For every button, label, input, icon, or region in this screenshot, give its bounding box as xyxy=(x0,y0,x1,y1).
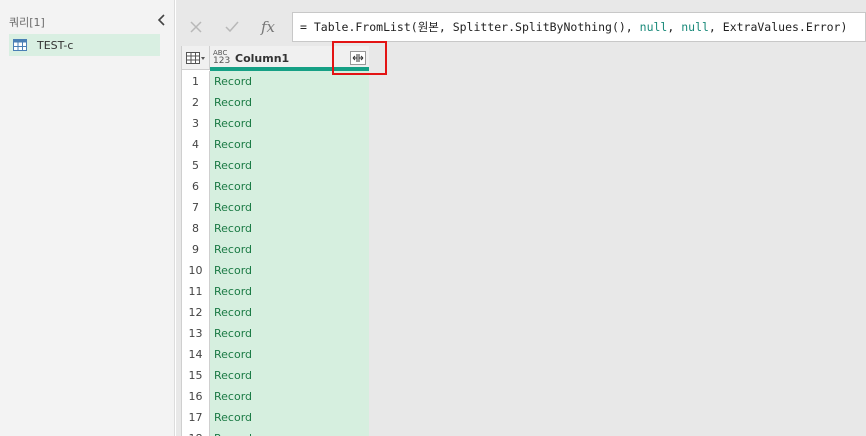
checkmark-icon xyxy=(225,21,239,33)
record-cell[interactable]: Record xyxy=(210,92,369,113)
table-row: 17 Record xyxy=(182,407,369,428)
column-name: Column1 xyxy=(235,51,290,65)
record-cell[interactable]: Record xyxy=(210,260,369,281)
record-cell[interactable]: Record xyxy=(210,218,369,239)
table-row: 1 Record xyxy=(182,71,369,92)
record-cell[interactable]: Record xyxy=(210,197,369,218)
table-row: 18Record xyxy=(182,428,369,436)
formula-input[interactable]: = Table.FromList(원본, Splitter.SplitByNot… xyxy=(292,12,866,42)
table-row: 9 Record xyxy=(182,239,369,260)
row-number[interactable]: 15 xyxy=(182,365,210,386)
record-cell[interactable]: Record xyxy=(210,134,369,155)
queries-pane: 쿼리[1] TEST-c xyxy=(0,0,175,436)
record-cell[interactable]: Record xyxy=(210,428,369,436)
table-row: 2 Record xyxy=(182,92,369,113)
record-cell[interactable]: Record xyxy=(210,323,369,344)
table-row: 15 Record xyxy=(182,365,369,386)
expand-column-button[interactable] xyxy=(350,51,366,65)
record-cell[interactable]: Record xyxy=(210,281,369,302)
record-cell[interactable]: Record xyxy=(210,155,369,176)
column-type-button[interactable]: ABC 123 xyxy=(213,50,233,66)
row-number[interactable]: 16 xyxy=(182,386,210,407)
record-cell[interactable]: Record xyxy=(210,344,369,365)
row-number[interactable]: 5 xyxy=(182,155,210,176)
row-number[interactable]: 4 xyxy=(182,134,210,155)
formula-text-suffix: , ExtraValues.Error) xyxy=(708,20,848,34)
record-cell[interactable]: Record xyxy=(210,302,369,323)
table-row: 10 Record xyxy=(182,260,369,281)
query-item-test-c[interactable]: TEST-c xyxy=(9,34,160,56)
formula-keyword-null: null xyxy=(681,20,709,34)
record-cell[interactable]: Record xyxy=(210,239,369,260)
queries-header: 쿼리[1] xyxy=(9,16,45,29)
grid-rows: 1 Record 2 Record 3 Record 4 Record 5 Record 6 Reco… xyxy=(182,71,369,436)
row-number[interactable]: 8 xyxy=(182,218,210,239)
record-cell[interactable]: Record xyxy=(210,113,369,134)
query-item-label: TEST-c xyxy=(37,38,74,52)
table-menu-icon xyxy=(185,52,205,64)
fx-icon: fx xyxy=(260,18,275,36)
chevron-left-icon[interactable] xyxy=(156,13,168,27)
grid-header: ABC 123 Column1 xyxy=(182,46,369,71)
record-cell[interactable]: Record xyxy=(210,407,369,428)
row-number[interactable]: 6 xyxy=(182,176,210,197)
row-number[interactable]: 14 xyxy=(182,344,210,365)
table-menu-button[interactable] xyxy=(182,46,210,70)
table-row: 14 Record xyxy=(182,344,369,365)
table-row: 6 Record xyxy=(182,176,369,197)
row-number[interactable]: 13 xyxy=(182,323,210,344)
formula-text-prefix: = Table.FromList(원본, Splitter.SplitByNot… xyxy=(300,20,640,34)
table-row: 7 Record xyxy=(182,197,369,218)
table-row: 13 Record xyxy=(182,323,369,344)
table-row: 12 Record xyxy=(182,302,369,323)
expand-columns-icon xyxy=(352,54,364,62)
commit-button[interactable] xyxy=(214,12,250,42)
cancel-button[interactable] xyxy=(178,12,214,42)
table-row: 11 Record xyxy=(182,281,369,302)
table-row: 3 Record xyxy=(182,113,369,134)
row-number[interactable]: 10 xyxy=(182,260,210,281)
row-number[interactable]: 18 xyxy=(182,428,210,436)
row-number[interactable]: 2 xyxy=(182,92,210,113)
row-number[interactable]: 1 xyxy=(182,71,210,92)
table-row: 16 Record xyxy=(182,386,369,407)
row-number[interactable]: 11 xyxy=(182,281,210,302)
row-number[interactable]: 7 xyxy=(182,197,210,218)
record-cell[interactable]: Record xyxy=(210,71,369,92)
table-icon xyxy=(13,39,27,51)
record-cell[interactable]: Record xyxy=(210,386,369,407)
power-query-editor: 쿼리[1] TEST-c fx = Table.FromList(원본, Spl… xyxy=(0,0,866,436)
table-row: 5 Record xyxy=(182,155,369,176)
row-number[interactable]: 12 xyxy=(182,302,210,323)
formula-bar: fx = Table.FromList(원본, Splitter.SplitBy… xyxy=(178,12,866,42)
row-number[interactable]: 9 xyxy=(182,239,210,260)
formula-keyword-null: null xyxy=(639,20,668,34)
formula-separator: , xyxy=(667,20,682,34)
type-123-label: 123 xyxy=(213,56,231,66)
table-row: 8 Record xyxy=(182,218,369,239)
row-number[interactable]: 3 xyxy=(182,113,210,134)
record-cell[interactable]: Record xyxy=(210,176,369,197)
insert-function-button[interactable]: fx xyxy=(250,12,286,42)
row-number[interactable]: 17 xyxy=(182,407,210,428)
table-row: 4 Record xyxy=(182,134,369,155)
x-icon xyxy=(190,21,202,33)
data-grid: ABC 123 Column1 1 Record 2 Record 3 Record 4 Re… xyxy=(181,46,369,436)
record-cell[interactable]: Record xyxy=(210,365,369,386)
main-area: fx = Table.FromList(원본, Splitter.SplitBy… xyxy=(176,0,866,436)
